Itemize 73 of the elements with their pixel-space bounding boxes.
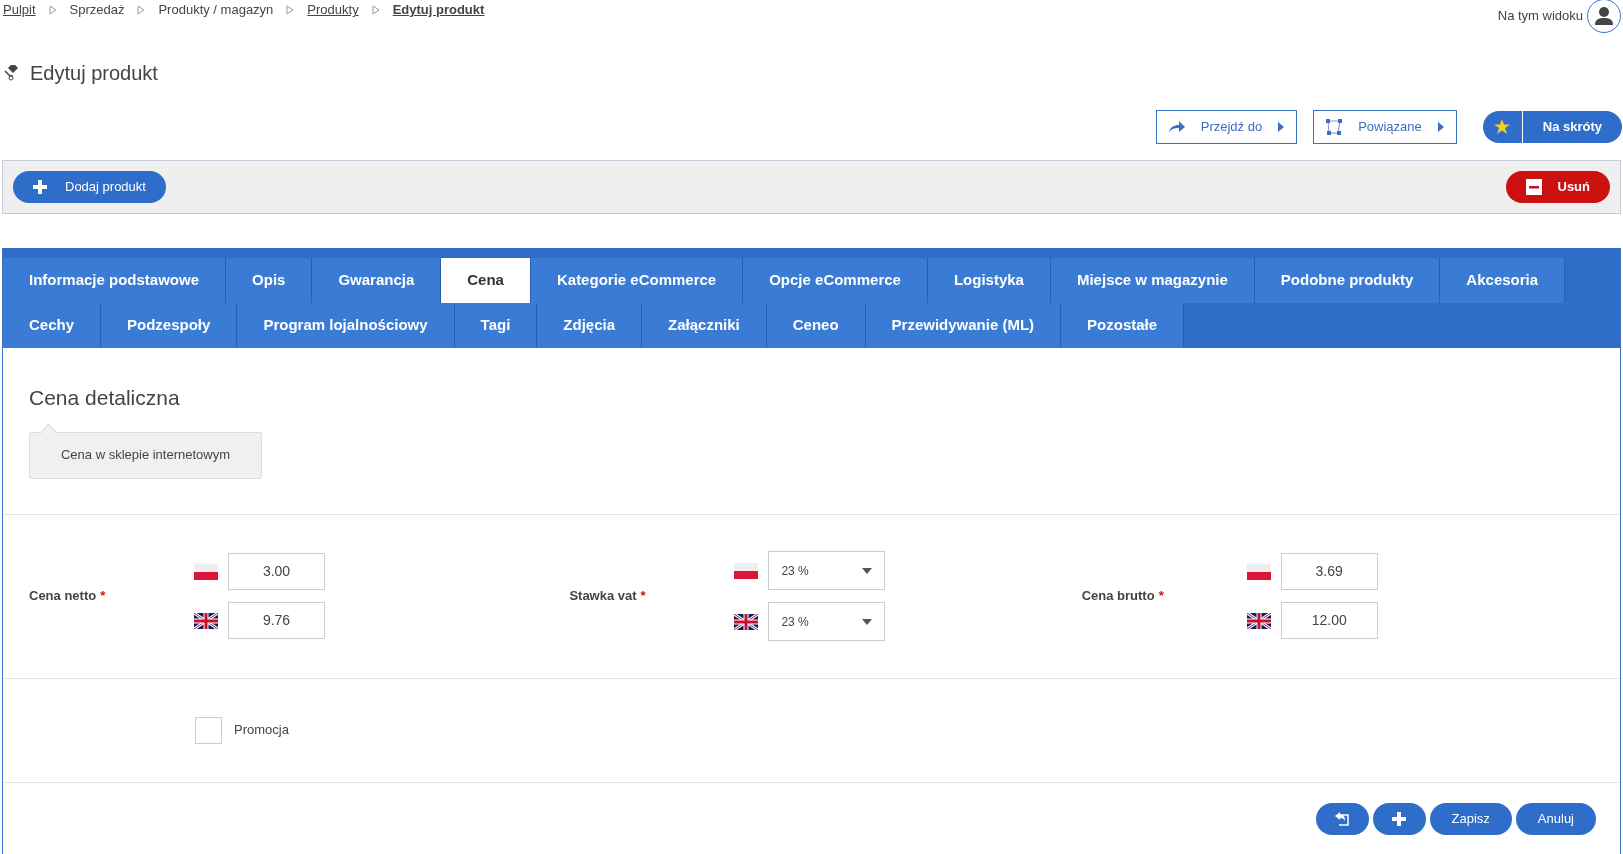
price-input[interactable]: 9.76 [228,602,325,639]
delete-button[interactable]: Usuń [1505,171,1610,203]
tab[interactable]: Kategorie eCommerce [530,258,744,303]
breadcrumb-link[interactable]: Produkty / magazyn [158,0,274,20]
tab[interactable]: Załączniki [642,303,767,348]
tab[interactable]: Zdjęcia [537,303,643,348]
page-title: Edytuj produkt [30,61,158,86]
star-icon [1494,119,1511,135]
return-button[interactable] [1315,802,1369,835]
plus-icon [33,180,47,194]
breadcrumb-separator-icon [137,5,146,15]
dropdown-caret-icon [862,567,873,574]
dropdown-button[interactable]: Powiązane [1313,110,1457,144]
field-label: Cena netto [29,587,97,606]
breadcrumb-link[interactable]: Produkty [307,0,359,20]
breadcrumb-link[interactable]: Edytuj produkt [392,0,485,20]
field-label: Cena brutto [1081,587,1155,606]
checkbox-label: Promocja [234,721,289,740]
section-title: Cena detaliczna [29,385,181,411]
shortcuts-button[interactable]: Na skróty [1482,111,1622,143]
polish-flag-icon [734,562,759,579]
british-flag-icon [1246,612,1271,629]
minus-icon [1525,179,1542,195]
breadcrumb-separator-icon [48,5,57,15]
return-icon [1335,811,1350,826]
tab[interactable]: Miejsce w magazynie [1050,258,1255,303]
required-asterisk: * [640,587,646,606]
tab[interactable]: Cena [441,258,531,303]
breadcrumb-link[interactable]: Pulpit [3,0,36,20]
tab[interactable]: Cechy [3,303,102,348]
tab[interactable]: Gwarancja [312,258,442,303]
price-input[interactable]: 3.69 [1280,553,1378,590]
tab[interactable]: Przewidywanie (ML) [865,303,1062,348]
action-button[interactable]: Zapisz [1429,802,1512,835]
polish-flag-icon [1246,563,1271,580]
view-label: Na tym widoku [1497,7,1583,26]
vat-select[interactable]: 23 % [768,551,886,590]
polish-flag-icon [194,563,218,580]
tab[interactable]: Akcesoria [1440,258,1566,303]
required-asterisk: * [1158,587,1164,606]
dropdown-button[interactable]: Przejdź do [1155,110,1298,144]
promotion-checkbox[interactable] [195,716,222,744]
breadcrumb-separator-icon [371,5,380,15]
tab[interactable]: Ceneo [766,303,866,348]
tab[interactable]: Tagi [454,303,538,348]
tab[interactable]: Logistyka [927,258,1051,303]
field-label: Stawka vat [569,587,637,606]
required-asterisk: * [100,587,106,606]
nodes-icon [1326,119,1343,135]
price-input[interactable]: 12.00 [1280,602,1378,639]
british-flag-icon [194,612,218,629]
plus-icon [1392,811,1407,826]
caret-icon [1278,122,1285,132]
tab[interactable]: Opis [226,258,313,303]
share-arrow-icon [1168,120,1185,134]
price-input[interactable]: 3.00 [228,553,325,590]
british-flag-icon [734,613,759,630]
caret-icon [1437,122,1444,132]
vat-select[interactable]: 23 % [768,602,886,641]
add-button[interactable] [1372,802,1426,835]
breadcrumb-link[interactable]: Sprzedaż [69,0,125,20]
breadcrumb-separator-icon [286,5,295,15]
tab[interactable]: Program lojalnościowy [237,303,455,348]
tab[interactable]: Pozostałe [1061,303,1185,348]
tab[interactable]: Opcje eCommerce [743,258,928,303]
tab[interactable]: Informacje podstawowe [3,258,227,303]
add-product-button[interactable]: Dodaj produkt [13,171,166,203]
dropdown-caret-icon [862,618,873,625]
tab[interactable]: Podzespoły [101,303,238,348]
action-button[interactable]: Anuluj [1515,802,1596,835]
user-avatar[interactable] [1587,0,1621,33]
hint-callout: Cena w sklepie internetowym [29,431,262,479]
tab[interactable]: Podobne produkty [1254,258,1441,303]
